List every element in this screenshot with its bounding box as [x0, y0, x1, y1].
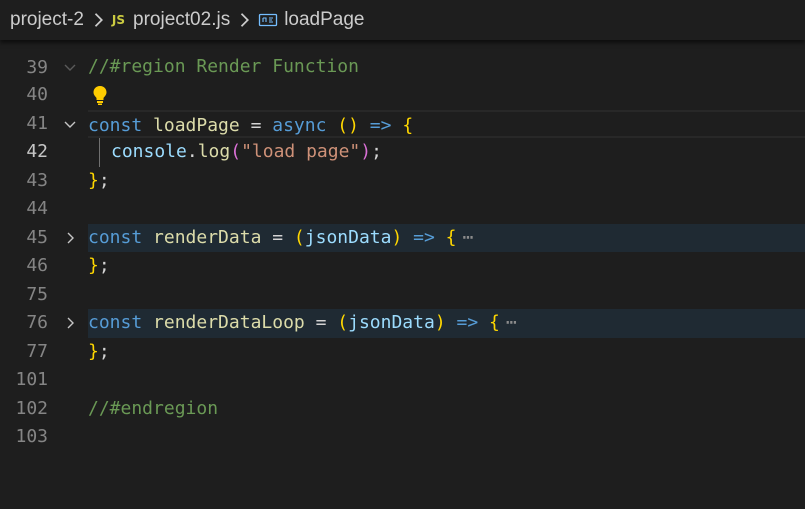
fold-chevron-down-icon[interactable]: [62, 59, 78, 75]
fold-chevron-right-icon[interactable]: [62, 315, 78, 331]
code-text: console.log("load page");: [111, 141, 382, 162]
code-line: 102: [0, 366, 805, 419]
code-text: //#endregion: [88, 397, 219, 419]
code-line: 46 const renderData = (jsonData) => {⋯: [0, 223, 805, 276]
code-text: const renderDataLoop = (jsonData) => {⋯: [88, 309, 805, 338]
code-text: //#region Render Function: [88, 55, 359, 77]
code-text: };: [88, 255, 110, 276]
breadcrumb: project-2 JS project02.js loadPage: [0, 0, 805, 40]
code-line: 42 const loadPage = async () => {: [0, 109, 805, 162]
chevron-right-icon: [241, 13, 250, 27]
code-line: 77 const renderDataLoop = (jsonData) => …: [0, 309, 805, 362]
javascript-file-icon: JS: [111, 13, 126, 27]
code-text: };: [88, 340, 110, 362]
code-line: 103 //#endregion: [0, 395, 805, 448]
code-line: 40 //#region Render Function: [0, 53, 805, 106]
code-line: 75 };: [0, 252, 805, 305]
chevron-right-icon: [94, 13, 103, 27]
code-line: 101 };: [0, 338, 805, 391]
code-line: 44 };: [0, 167, 805, 220]
code-line: 41: [0, 81, 805, 134]
folded-ellipsis[interactable]: ⋯: [506, 312, 517, 333]
code-line: 76: [0, 281, 805, 333]
code-text: const loadPage = async () => {: [88, 109, 805, 138]
lightbulb-icon[interactable]: [91, 84, 109, 106]
fold-chevron-right-icon[interactable]: [62, 230, 78, 246]
line-number: 103: [15, 426, 48, 447]
fold-chevron-down-icon[interactable]: [62, 116, 78, 132]
indent-guide: [99, 138, 100, 167]
breadcrumb-file[interactable]: JS project02.js: [112, 9, 230, 31]
code-line: 45: [0, 195, 805, 248]
breadcrumb-folder[interactable]: project-2: [10, 9, 84, 31]
folded-ellipsis[interactable]: ⋯: [463, 227, 474, 248]
code-editor[interactable]: 39 40 //#region Render Function 41 42 co…: [0, 25, 805, 448]
breadcrumb-symbol[interactable]: loadPage: [258, 9, 365, 31]
breadcrumb-file-label: project02.js: [133, 9, 231, 30]
code-line: 43 console.log("load page");: [0, 138, 805, 191]
variable-symbol-icon: [259, 13, 278, 27]
breadcrumb-symbol-label: loadPage: [284, 9, 365, 30]
code-text: };: [88, 169, 110, 191]
code-text: const renderData = (jsonData) => {⋯: [88, 223, 805, 252]
